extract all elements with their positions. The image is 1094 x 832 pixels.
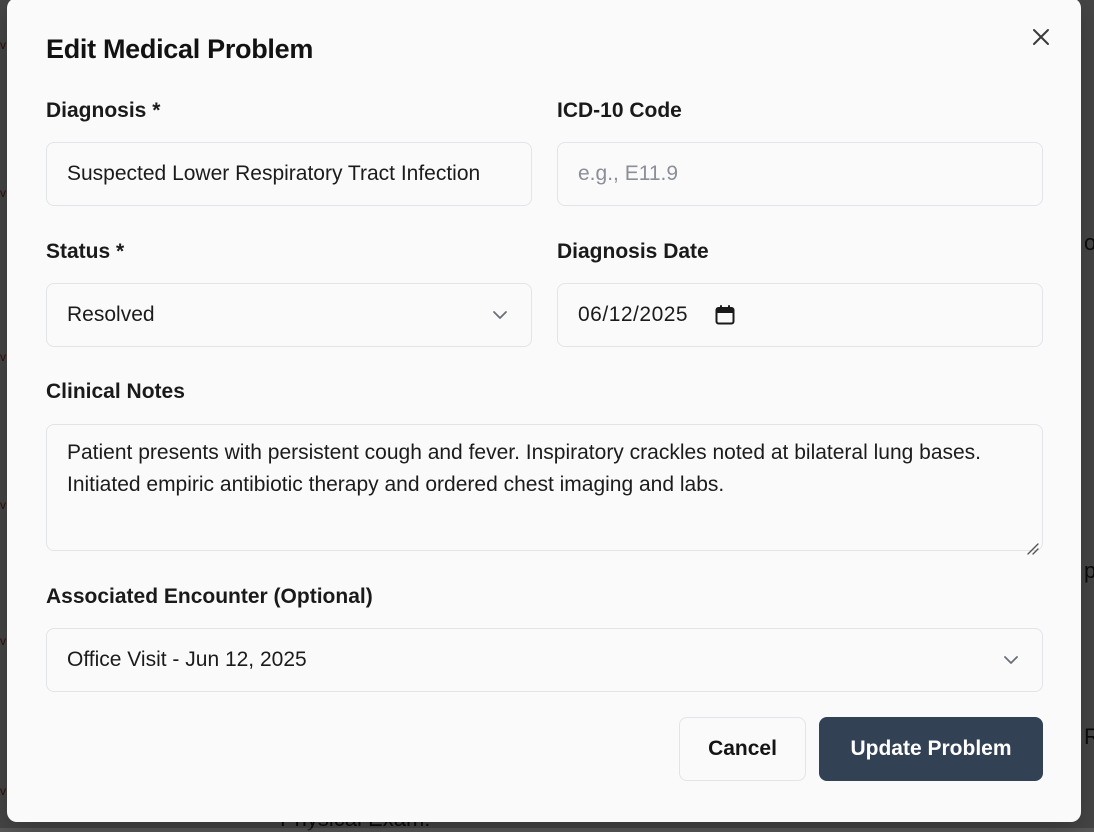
encounter-label: Associated Encounter (Optional) <box>46 585 373 608</box>
icd10-label: ICD-10 Code <box>557 99 682 122</box>
icd10-placeholder: e.g., E11.9 <box>578 162 679 185</box>
calendar-icon[interactable] <box>714 304 736 326</box>
clinical-notes-value: Patient presents with persistent cough a… <box>67 441 982 496</box>
cancel-button[interactable]: Cancel <box>679 717 806 781</box>
diagnosis-date-label: Diagnosis Date <box>557 240 709 263</box>
diagnosis-label: Diagnosis * <box>46 99 161 122</box>
clinical-notes-textarea[interactable]: Patient presents with persistent cough a… <box>46 424 1043 555</box>
status-label: Status * <box>46 240 125 263</box>
chevron-down-icon <box>1000 649 1022 671</box>
clinical-notes-label: Clinical Notes <box>46 380 185 403</box>
edit-problem-dialog: Edit Medical Problem Diagnosis * Suspect… <box>7 0 1081 822</box>
update-problem-button[interactable]: Update Problem <box>819 717 1043 781</box>
encounter-value: Office Visit - Jun 12, 2025 <box>67 648 307 671</box>
encounter-select[interactable]: Office Visit - Jun 12, 2025 <box>46 628 1043 692</box>
close-icon <box>1033 29 1049 45</box>
close-button[interactable] <box>1028 24 1054 50</box>
chevron-down-icon <box>489 304 511 326</box>
dialog-title: Edit Medical Problem <box>46 34 314 64</box>
diagnosis-value: Suspected Lower Respiratory Tract Infect… <box>67 162 481 185</box>
diagnosis-date-value: 06/12/2025 <box>578 303 689 326</box>
icd10-input[interactable]: e.g., E11.9 <box>557 142 1043 206</box>
status-value: Resolved <box>67 303 155 326</box>
diagnosis-input[interactable]: Suspected Lower Respiratory Tract Infect… <box>46 142 532 206</box>
diagnosis-date-input[interactable]: 06/12/2025 <box>557 283 1043 347</box>
resize-handle-icon[interactable] <box>1025 533 1039 555</box>
status-select[interactable]: Resolved <box>46 283 532 347</box>
